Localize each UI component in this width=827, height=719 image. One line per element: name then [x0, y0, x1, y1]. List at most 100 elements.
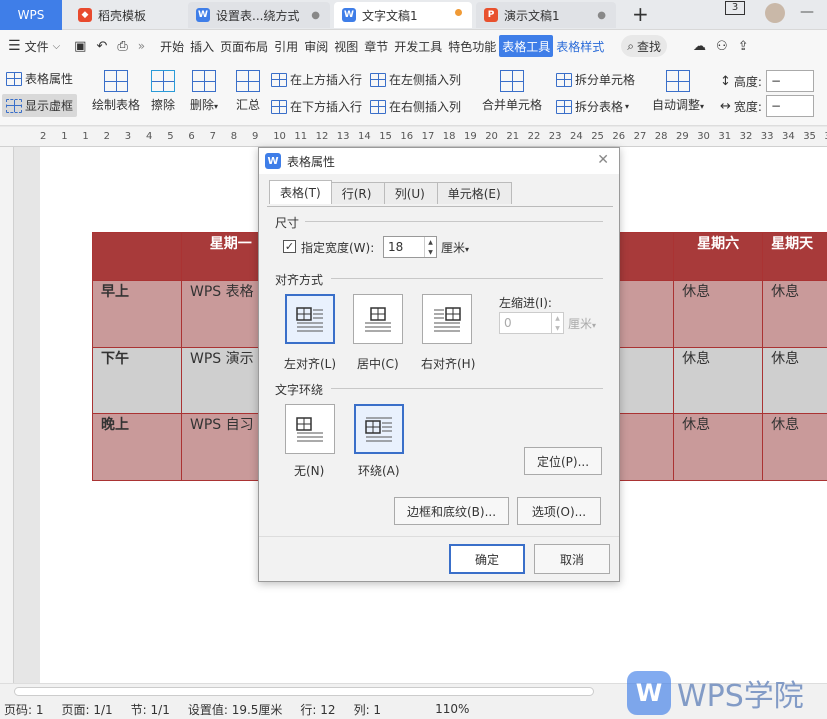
save-icon[interactable]: ▣ — [74, 39, 86, 54]
menu-layout[interactable]: 页面布局 — [217, 35, 271, 57]
table-cell[interactable]: 休息 — [762, 347, 827, 414]
table-cell[interactable]: 休息 — [762, 413, 827, 481]
wrap-none-option[interactable] — [285, 404, 335, 454]
table-cell[interactable]: 休息 — [673, 280, 764, 348]
close-icon[interactable]: ● — [597, 10, 606, 21]
more-icon[interactable]: » — [138, 39, 145, 53]
delete-button[interactable]: 删除▾ — [190, 70, 218, 113]
file-menu[interactable]: 文件 — [25, 38, 49, 55]
menu-view[interactable]: 视图 — [331, 35, 361, 57]
menu-special[interactable]: 特色功能 — [445, 35, 499, 57]
tab-wps[interactable]: WPS — [0, 0, 62, 30]
ruler-tick-label: 2 — [103, 131, 110, 142]
width-value-input[interactable]: 18 ▲ ▼ — [383, 236, 437, 258]
split-cells-icon — [556, 72, 572, 87]
borders-shading-button[interactable]: 边框和底纹(B)... — [394, 497, 509, 525]
window-count-badge[interactable]: 3 — [725, 1, 745, 15]
width-unit-dropdown[interactable]: 厘米▾ — [441, 239, 469, 256]
options-button[interactable]: 选项(O)... — [517, 497, 601, 525]
cloud-icon[interactable]: ☁ — [693, 39, 706, 54]
specify-width-checkbox[interactable]: ✓ — [283, 240, 296, 253]
table-cell[interactable]: 休息 — [673, 413, 764, 481]
menu-insert[interactable]: 插入 — [187, 35, 217, 57]
tab-row[interactable]: 行(R) — [330, 182, 385, 204]
menu-home[interactable]: 开始 — [157, 35, 187, 57]
tab-doc1[interactable]: W 文字文稿1 — [334, 2, 472, 28]
table-props-button[interactable]: 表格属性 — [6, 70, 73, 87]
erase-button[interactable]: 擦除 — [151, 70, 175, 113]
share-icon[interactable]: ⇪ — [738, 39, 749, 54]
table-cell[interactable]: 休息 — [762, 280, 827, 348]
chevron-down-icon: ▾ — [465, 245, 470, 254]
ruler-tick-label: 34 — [782, 131, 795, 142]
width-label: 宽度: — [733, 99, 762, 114]
table-cell[interactable]: 早上 — [92, 280, 182, 348]
horizontal-ruler: 2 1 1 2 3 4 5 6 7 8 9 10 11 12 13 14 15 16 17 18 19 20 21 22 23 2… — [0, 127, 827, 147]
split-cells-button[interactable]: 拆分单元格 — [556, 71, 635, 88]
divider — [331, 278, 603, 279]
height-input[interactable]: − — [765, 70, 814, 92]
menu-review[interactable]: 审阅 — [301, 35, 331, 57]
summary-button[interactable]: 汇总 — [236, 70, 260, 113]
split-table-button[interactable]: 拆分表格 ▾ — [556, 98, 629, 115]
search-box[interactable]: ⌕ 查找 — [621, 35, 668, 57]
width-spinner[interactable]: ▲ ▼ — [424, 237, 436, 257]
minimize-icon[interactable]: — — [800, 4, 814, 20]
ruler-tick-label: 13 — [336, 131, 350, 142]
new-tab-icon[interactable]: + — [632, 2, 649, 26]
tab-table[interactable]: 表格(T) — [269, 180, 332, 204]
align-left-option[interactable] — [285, 294, 335, 344]
table-cell[interactable]: 晚上 — [92, 413, 182, 481]
draw-table-button[interactable]: 绘制表格 — [92, 70, 140, 113]
show-grid-button[interactable]: 显示虚框 — [2, 94, 78, 117]
undo-icon[interactable]: ↶ — [96, 39, 107, 54]
tab-column[interactable]: 列(U) — [383, 182, 438, 204]
table-header-cell[interactable] — [92, 232, 182, 281]
position-button[interactable]: 定位(P)... — [524, 447, 602, 475]
table-header-cell[interactable]: 星期六 — [673, 232, 764, 281]
menu-table-style[interactable]: 表格样式 — [553, 35, 607, 57]
table-cell[interactable]: 下午 — [92, 347, 182, 414]
tab-cell[interactable]: 单元格(E) — [436, 182, 512, 204]
menu-table-tools[interactable]: 表格工具 — [499, 35, 554, 57]
cancel-button[interactable]: 取消 — [534, 544, 610, 574]
tab-daoke[interactable]: ◆ 稻壳模板 — [70, 2, 184, 28]
menu-dev-tools[interactable]: 开发工具 — [391, 35, 445, 57]
align-left-icon — [296, 307, 323, 332]
menu-reference[interactable]: 引用 — [271, 35, 301, 57]
collab-icon[interactable]: ⚇ — [716, 39, 728, 54]
insert-above-button[interactable]: 在上方插入行 — [271, 71, 362, 88]
insert-below-button[interactable]: 在下方插入行 — [271, 98, 362, 115]
split-table-icon — [556, 99, 572, 114]
ruler-tick-label: 23 — [548, 131, 562, 142]
print-icon[interactable]: ⎙ — [117, 39, 127, 54]
ruler-tick-label: 1 — [61, 131, 68, 142]
spin-down-icon[interactable]: ▼ — [428, 249, 433, 256]
menu-section[interactable]: 章节 — [361, 35, 391, 57]
zoom-level[interactable]: 110% — [435, 702, 469, 716]
insert-right-button[interactable]: 在右侧插入列 — [370, 98, 461, 115]
tab-ppt1[interactable]: P 演示文稿1 ● — [476, 2, 616, 28]
chevron-down-icon[interactable]: ⌵ — [53, 41, 61, 52]
table-header-cell[interactable]: 星期天 — [762, 232, 827, 281]
align-right-option[interactable] — [422, 294, 472, 344]
width-input[interactable]: − — [765, 95, 814, 117]
merge-cells-button[interactable]: 合并单元格 — [482, 70, 542, 113]
avatar[interactable] — [765, 3, 785, 23]
spin-up-icon[interactable]: ▲ — [428, 239, 433, 246]
scrollbar-thumb[interactable] — [14, 687, 594, 696]
tab-doc-wrap[interactable]: W 设置表...绕方式 ● — [188, 2, 330, 28]
width-value: 18 — [388, 240, 404, 254]
wrap-around-option[interactable] — [354, 404, 404, 454]
align-center-option[interactable] — [353, 294, 403, 344]
ruler-tick-label: 21 — [506, 131, 520, 142]
close-icon[interactable]: ● — [311, 10, 320, 21]
auto-fit-button[interactable]: 自动调整▾ — [652, 70, 704, 113]
insert-left-button[interactable]: 在左侧插入列 — [370, 71, 461, 88]
hamburger-icon[interactable]: ☰ — [8, 38, 21, 54]
tab-label: 演示文稿1 — [504, 8, 560, 23]
ok-button[interactable]: 确定 — [449, 544, 525, 574]
button-label: 在左侧插入列 — [389, 73, 462, 87]
close-icon[interactable]: ✕ — [597, 152, 609, 168]
table-cell[interactable]: 休息 — [673, 347, 764, 414]
